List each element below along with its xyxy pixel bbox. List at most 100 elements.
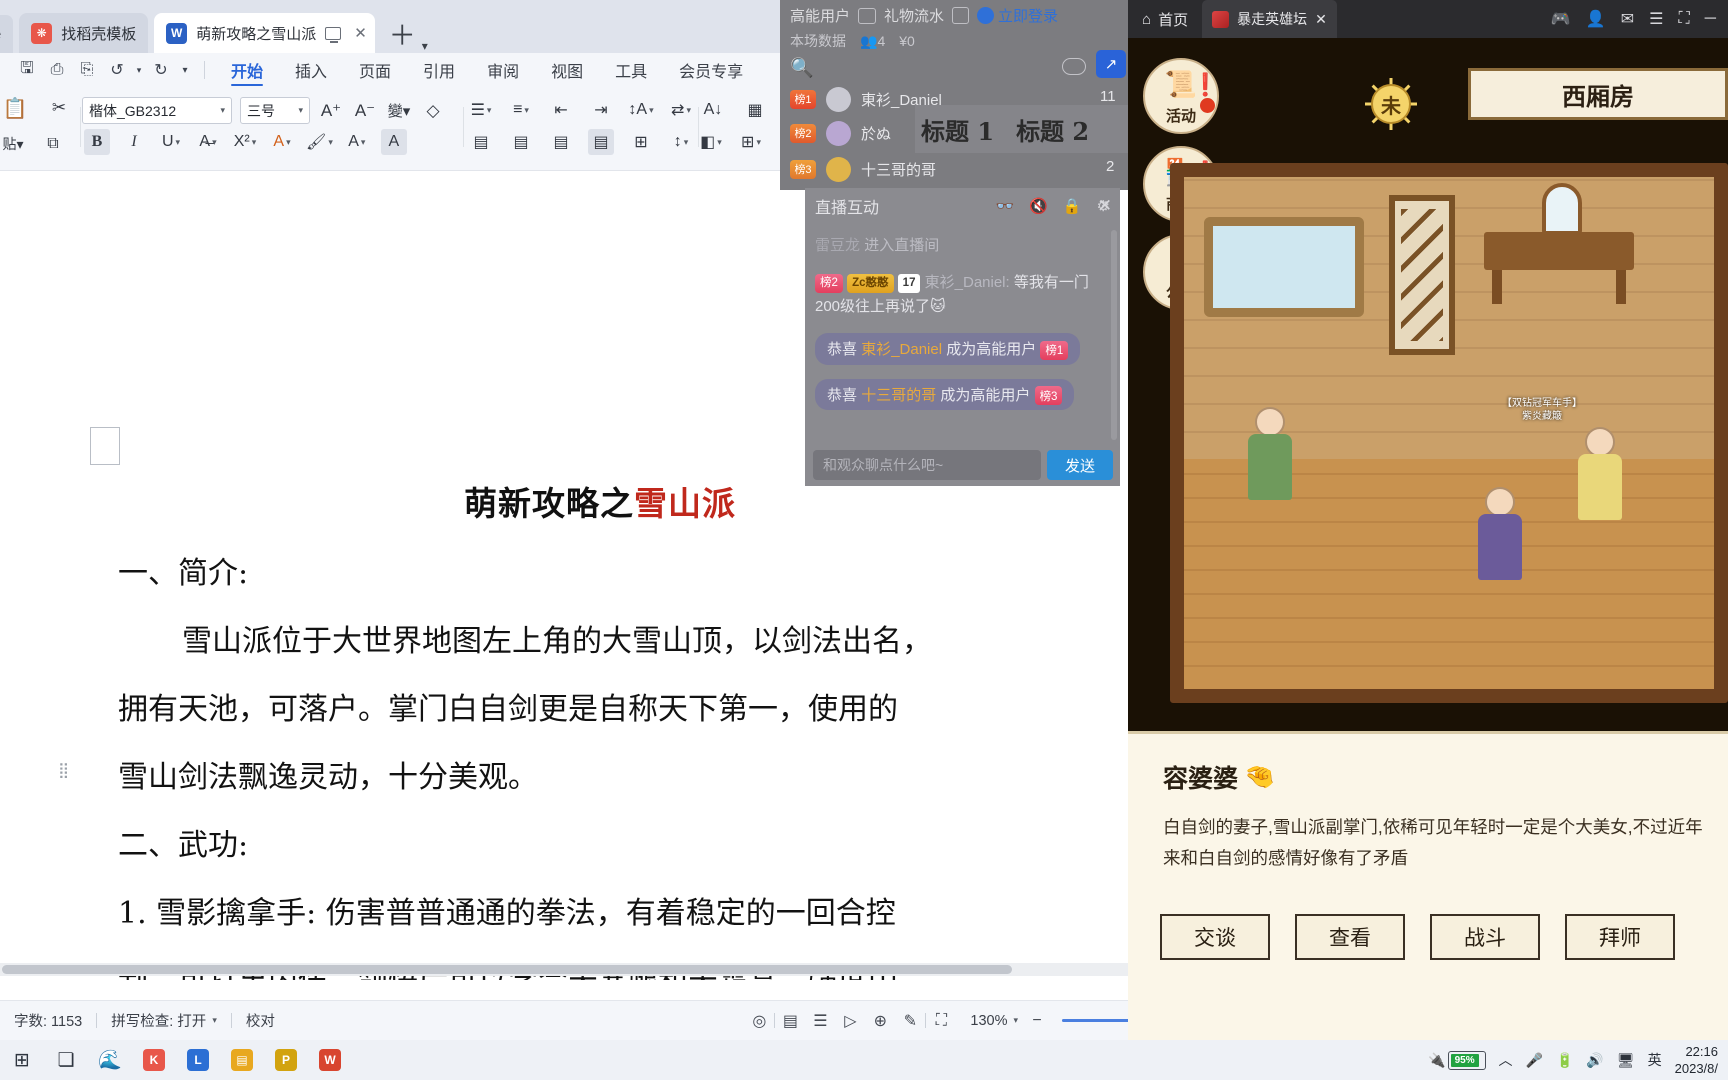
chat-message-list[interactable]: 雷豆龙 进入直播间 榜2 Zc憨憨 17 東衫_Daniel: 等我有一门200… <box>805 224 1120 444</box>
print-preview-icon[interactable]: ⎘ <box>72 57 102 83</box>
npc-character[interactable] <box>1572 427 1628 523</box>
reading-view-icon[interactable]: ▷ <box>835 1008 865 1034</box>
fit-page-icon[interactable]: ⛶ <box>926 1008 956 1034</box>
shading-icon[interactable]: ◧ ▾ <box>698 129 724 155</box>
send-button[interactable]: 发送 <box>1047 450 1113 480</box>
battery-indicator[interactable]: 🔌 95% <box>1428 1050 1486 1070</box>
wps-tab-document[interactable]: W 萌新攻略之雪山派 ✕ <box>154 13 375 53</box>
decrease-font-icon[interactable]: A⁻ <box>352 98 378 124</box>
cut-icon[interactable]: ✂ <box>46 95 72 121</box>
ribbon-tab-tools[interactable]: 工具 <box>599 53 663 87</box>
spellcheck-status[interactable]: 拼写检查: 打开 ▾ <box>97 1010 231 1031</box>
game-viewport[interactable]: 📜 ❗ 活动 🏪 ❗ 商城 🏮 ❗ 公告 <box>1128 38 1728 1040</box>
fullscreen-icon[interactable]: ⛶ <box>1678 10 1689 28</box>
close-tab-icon[interactable]: ✕ <box>354 24 367 42</box>
game-button-activity[interactable]: 📜 ❗ 活动 <box>1143 58 1219 134</box>
underline-button[interactable]: U ▾ <box>158 129 184 155</box>
view-button[interactable]: 查看 <box>1295 914 1405 960</box>
start-icon[interactable]: ⊞ <box>0 1040 44 1080</box>
menu-icon[interactable]: ☰ <box>1649 9 1663 29</box>
paste-icon[interactable]: 📋 <box>2 95 28 121</box>
close-chat-icon[interactable]: ✕ <box>1098 196 1112 216</box>
customize-qat-icon[interactable]: ▾ <box>176 57 194 83</box>
mute-icon[interactable]: 🔇 <box>1029 197 1048 215</box>
folder-icon[interactable]: ▤ <box>220 1040 264 1080</box>
bullet-list-icon[interactable]: ☰ ▾ <box>468 97 494 123</box>
copy-icon[interactable]: ⧉ <box>40 131 66 157</box>
wps-tab-office[interactable]: ice <box>0 15 14 53</box>
task-view-icon[interactable]: ❏ <box>44 1040 88 1080</box>
gamepad-icon[interactable]: 🎮 <box>1551 9 1571 29</box>
gift-icon[interactable] <box>952 7 970 24</box>
decrease-indent-icon[interactable]: ⇤ <box>548 97 574 123</box>
undo-dropdown-icon[interactable]: ▾ <box>132 57 146 83</box>
browser-home-tab[interactable]: ⌂ 首页 <box>1128 9 1202 30</box>
save-icon[interactable]: 🖫 <box>12 57 42 83</box>
lock-icon[interactable]: 🔒 <box>1063 197 1082 215</box>
apprentice-button[interactable]: 拜师 <box>1565 914 1675 960</box>
edit-icon[interactable]: ✎ <box>895 1008 925 1034</box>
numbered-list-icon[interactable]: ≡ ▾ <box>508 97 534 123</box>
distribute-icon[interactable]: ⊞ <box>628 129 654 155</box>
paste-button[interactable]: 贴▾ <box>0 131 26 157</box>
paragraph-drag-handle[interactable]: ⣿ <box>58 763 70 778</box>
zoom-level[interactable]: 130% ▾ <box>956 1013 1022 1029</box>
fight-button[interactable]: 战斗 <box>1430 914 1540 960</box>
share-icon[interactable]: ↗ <box>1096 50 1126 78</box>
chat-input[interactable]: 和观众聊点什么吧~ <box>813 450 1041 480</box>
wps-icon[interactable]: W <box>308 1040 352 1080</box>
heading-style-popup[interactable]: 标题 1 标题 2 <box>915 105 1130 153</box>
heading-2-option[interactable]: 标题 2 <box>1016 112 1089 147</box>
high-energy-user-label[interactable]: 高能用户 <box>790 5 850 26</box>
live-icon[interactable]: L <box>176 1040 220 1080</box>
clear-format-icon[interactable]: ◇ <box>420 98 446 124</box>
ribbon-tab-reference[interactable]: 引用 <box>407 53 471 87</box>
ime-indicator[interactable]: 英 <box>1648 1050 1662 1070</box>
battery-icon[interactable]: 🔋 <box>1556 1052 1573 1069</box>
mail-icon[interactable]: ✉ <box>1621 9 1634 29</box>
web-view-icon[interactable]: ⊕ <box>865 1008 895 1034</box>
game-room-scene[interactable]: 【双钻冠军车手】 紫炎藏簸 <box>1170 163 1728 703</box>
superscript-button[interactable]: X² ▾ <box>232 129 258 155</box>
network-icon[interactable]: 🖥 <box>1617 1052 1635 1069</box>
strikethrough-button[interactable]: A̶ ▾ <box>195 129 221 155</box>
horizontal-scroll-thumb[interactable] <box>2 965 1012 974</box>
sun-emblem[interactable]: 未 <box>1363 76 1419 132</box>
player-character[interactable] <box>1472 487 1528 583</box>
glasses-icon[interactable]: 👓 <box>995 197 1014 215</box>
font-color-icon[interactable]: A ▾ <box>344 129 370 155</box>
pinyin-guide-icon[interactable]: 變▾ <box>386 98 412 124</box>
justify-icon[interactable]: ▤ <box>588 129 614 155</box>
ribbon-tab-insert[interactable]: 插入 <box>279 53 343 87</box>
phone-icon[interactable] <box>858 7 877 24</box>
undo-icon[interactable]: ↺ <box>102 57 132 83</box>
eye-icon[interactable]: ◎ <box>744 1008 774 1034</box>
highlight-color-icon[interactable]: 🖌 ▾ <box>306 129 333 155</box>
search-icon[interactable]: 🔍 <box>790 56 814 80</box>
outline-view-icon[interactable]: ☰ <box>805 1008 835 1034</box>
profile-icon[interactable]: 👤 <box>1586 9 1606 29</box>
microphone-icon[interactable]: 🎤 <box>1526 1052 1543 1069</box>
app-icon[interactable]: P <box>264 1040 308 1080</box>
bold-button[interactable]: B <box>84 129 110 155</box>
browser-tab-game[interactable]: 暴走英雄坛 ✕ <box>1202 0 1337 38</box>
more-options-icon[interactable] <box>1062 58 1086 75</box>
increase-font-icon[interactable]: A⁺ <box>318 98 344 124</box>
close-tab-icon[interactable]: ✕ <box>1315 11 1327 28</box>
minimize-icon[interactable]: ─ <box>1705 10 1716 28</box>
ribbon-tab-member[interactable]: 会员专享 <box>663 53 759 87</box>
italic-button[interactable]: I <box>121 129 147 155</box>
align-right-icon[interactable]: ▤ <box>548 129 574 155</box>
ribbon-tab-home[interactable]: 开始 <box>215 53 279 87</box>
show-hidden-icons[interactable]: ︿ <box>1499 1050 1513 1070</box>
sort-text-icon[interactable]: ↕A ▾ <box>628 97 654 123</box>
borders-icon[interactable]: ▦ <box>742 97 768 123</box>
show-marks-icon[interactable]: ⇄ ▾ <box>668 97 694 123</box>
new-tab-button[interactable]: ＋ <box>389 14 416 53</box>
character-shading-icon[interactable]: A <box>380 129 407 155</box>
ribbon-tab-page[interactable]: 页面 <box>343 53 407 87</box>
heading-1-option[interactable]: 标题 1 <box>921 112 994 147</box>
font-name-select[interactable]: 楷体_GB2312 ▾ <box>82 97 232 124</box>
npc-character[interactable] <box>1242 407 1298 503</box>
chevron-down-icon[interactable]: ▾ <box>422 39 428 53</box>
